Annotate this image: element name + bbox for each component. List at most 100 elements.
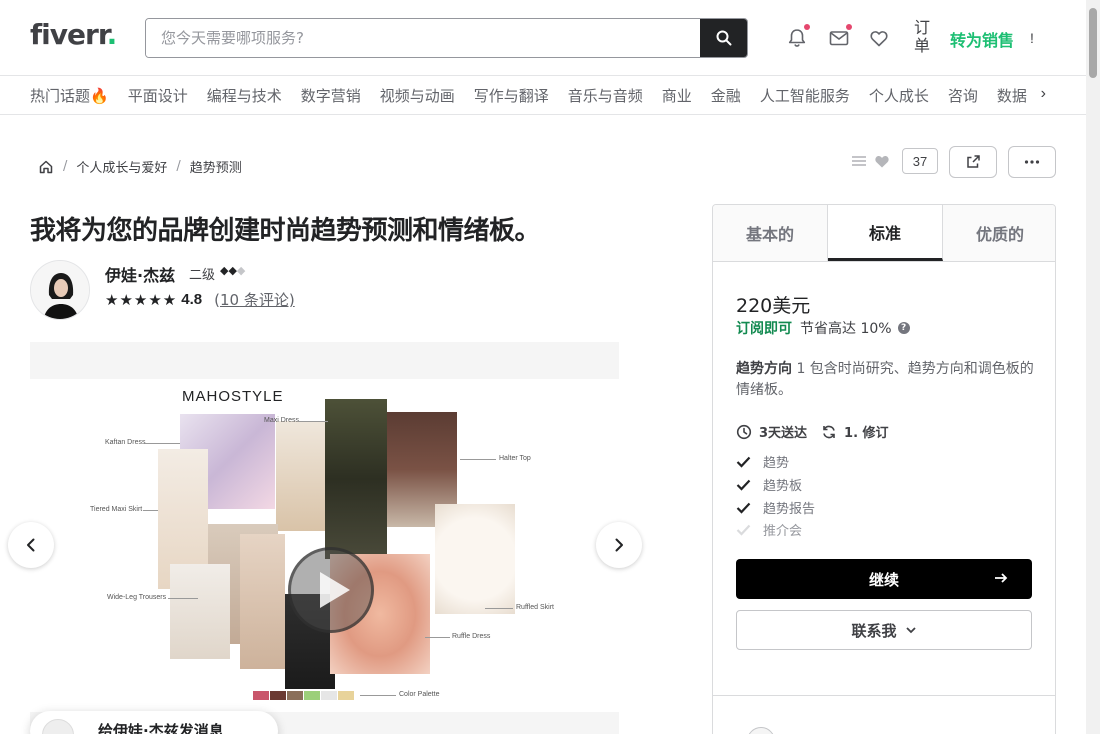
- reviews-count: 10: [219, 291, 240, 309]
- share-button[interactable]: [949, 146, 997, 178]
- chevron-right-icon[interactable]: ›: [1041, 85, 1046, 103]
- category-item[interactable]: 人工智能服务: [760, 85, 850, 106]
- feature-item-excluded: 推介会: [736, 520, 802, 539]
- color-swatch: [338, 691, 354, 700]
- category-item[interactable]: 商业: [662, 85, 692, 106]
- star-icons: ★★★★★: [105, 291, 178, 309]
- tab-premium[interactable]: 优质的: [943, 205, 1055, 261]
- message-avatar: [42, 719, 74, 734]
- category-item[interactable]: 咨询: [948, 85, 978, 106]
- gallery-next-button[interactable]: [596, 522, 642, 568]
- category-item[interactable]: 金融: [711, 85, 741, 106]
- seller-name[interactable]: 伊娃·杰兹: [105, 262, 175, 286]
- category-item[interactable]: 编程与技术: [207, 85, 282, 106]
- refresh-icon: [823, 425, 835, 438]
- favorites-button[interactable]: [868, 27, 890, 49]
- moodboard-line: [360, 695, 396, 696]
- check-icon: [736, 502, 751, 514]
- site-header: fiverr. 订单 转为销售 !: [0, 0, 1086, 76]
- category-item[interactable]: 音乐与音频: [568, 85, 643, 106]
- photo-dark-coat: [325, 399, 387, 559]
- chevron-left-icon: [27, 538, 35, 552]
- contact-me-button[interactable]: 联系我: [736, 610, 1032, 650]
- moodboard-label: Ruffled Skirt: [516, 604, 554, 611]
- category-item[interactable]: 写作与翻译: [474, 85, 549, 106]
- check-icon: [736, 479, 751, 491]
- color-swatch: [253, 691, 269, 700]
- breadcrumb-item[interactable]: 趋势预测: [190, 157, 242, 176]
- scrollbar-thumb[interactable]: [1089, 8, 1097, 78]
- photo-wide-leg: [170, 564, 230, 659]
- search-button[interactable]: [700, 19, 747, 57]
- chevron-down-icon: [905, 627, 916, 634]
- home-icon[interactable]: [38, 159, 54, 175]
- messages-button[interactable]: [828, 24, 852, 49]
- play-icon: [320, 572, 350, 608]
- help-icon[interactable]: ?: [897, 322, 910, 334]
- more-dots-icon: [1024, 160, 1040, 164]
- seller-photo: [31, 261, 89, 319]
- search-bar: [145, 18, 748, 58]
- category-item[interactable]: 个人成长: [869, 85, 929, 106]
- list-icon[interactable]: [850, 152, 868, 170]
- color-swatch: [270, 691, 286, 700]
- category-item[interactable]: 热门话题🔥: [30, 85, 109, 106]
- switch-to-selling-link[interactable]: 转为销售: [950, 27, 1014, 51]
- photo-polka-dress: [435, 504, 515, 614]
- more-options-button[interactable]: [1008, 146, 1056, 178]
- package-meta: 3天送达 1. 修订: [736, 422, 903, 441]
- category-item[interactable]: 数字营销: [301, 85, 361, 106]
- continue-button[interactable]: 继续: [736, 559, 1032, 599]
- notifications-button[interactable]: [786, 24, 810, 49]
- header-clipped-item: !: [1030, 30, 1034, 46]
- revisions-text: 1. 修订: [844, 426, 889, 441]
- level-diamond-icons: ◆◆◆: [220, 265, 246, 277]
- message-seller-button[interactable]: 给伊娃·杰兹发消息: [30, 711, 278, 734]
- message-badge: [846, 24, 852, 30]
- category-item[interactable]: 平面设计: [128, 85, 188, 106]
- revisions: 1. 修订: [821, 422, 889, 441]
- reviews-link[interactable]: (10 条评论): [214, 289, 295, 310]
- moodboard-image: MAHOSTYLE Maxi Dress Kaftan Dress Halter…: [30, 379, 619, 712]
- tab-standard[interactable]: 标准: [828, 205, 943, 261]
- category-item[interactable]: 视频与动画: [380, 85, 455, 106]
- breadcrumb-separator: /: [176, 159, 181, 174]
- subscribe-save-text: 节省高达 10%: [800, 321, 892, 337]
- agency-avatar: [747, 727, 775, 734]
- moodboard-label: Ruffle Dress: [452, 633, 491, 640]
- tab-basic[interactable]: 基本的: [713, 205, 828, 261]
- seller-level: 二级: [189, 268, 216, 283]
- moodboard-label: Halter Top: [499, 455, 531, 462]
- continue-label: 继续: [868, 570, 899, 589]
- seller-avatar[interactable]: [30, 260, 90, 320]
- panel-divider: [713, 695, 1055, 696]
- subscribe-link[interactable]: 订阅即可: [736, 318, 792, 338]
- category-item[interactable]: 数据: [997, 85, 1027, 106]
- breadcrumb: / 个人成长与爱好 / 趋势预测: [38, 157, 242, 176]
- package-panel: 基本的 标准 优质的 220美元 订阅即可 节省高达 10% ? 趋势方向 1 …: [712, 204, 1056, 734]
- envelope-icon: [829, 31, 849, 46]
- color-swatch: [321, 691, 337, 700]
- rating-value: 4.8: [181, 291, 203, 308]
- gig-gallery[interactable]: MAHOSTYLE Maxi Dress Kaftan Dress Halter…: [30, 342, 619, 734]
- breadcrumb-item[interactable]: 个人成长与爱好: [76, 157, 167, 176]
- play-video-button[interactable]: [288, 547, 374, 633]
- heart-icon[interactable]: [873, 152, 891, 170]
- favorites-count: 37: [902, 148, 938, 174]
- moodboard-line: [168, 598, 198, 599]
- page-scrollbar[interactable]: [1086, 0, 1100, 734]
- search-input[interactable]: [146, 19, 701, 57]
- moodboard-line: [460, 459, 496, 460]
- gallery-prev-button[interactable]: [8, 522, 54, 568]
- feature-label: 趋势板: [763, 479, 803, 494]
- feature-item: 趋势报告: [736, 498, 815, 517]
- bell-icon: [788, 29, 806, 47]
- contact-label: 联系我: [851, 621, 897, 640]
- moodboard-line: [298, 421, 328, 422]
- logo-text: fiverr: [30, 18, 108, 51]
- moodboard-line: [143, 510, 158, 511]
- search-icon: [716, 30, 731, 46]
- fiverr-logo[interactable]: fiverr.: [30, 18, 117, 51]
- orders-link[interactable]: 订单: [914, 19, 932, 55]
- clock-icon: [736, 424, 752, 439]
